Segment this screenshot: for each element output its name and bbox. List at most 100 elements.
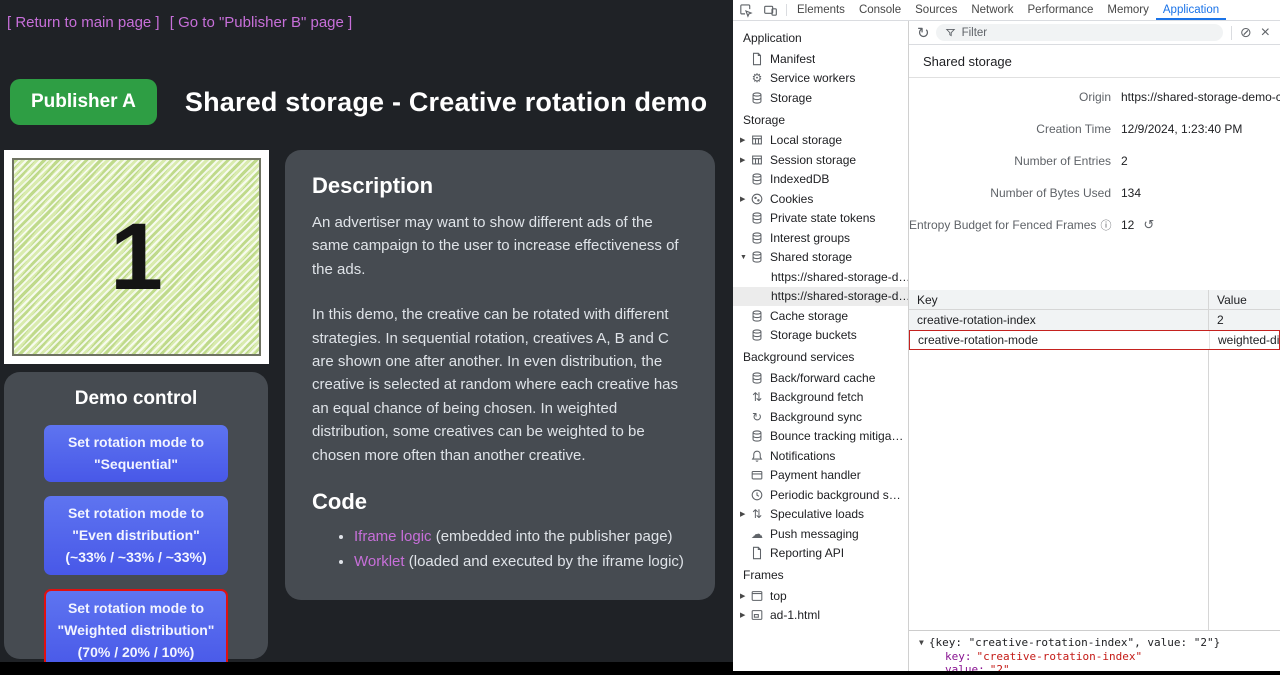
frame-icon	[750, 589, 764, 603]
document-icon	[750, 546, 764, 560]
devtools-tab-bar: Elements Console Sources Network Perform…	[733, 0, 1280, 21]
even-distribution-mode-button[interactable]: Set rotation mode to "Even distribution"…	[44, 496, 228, 575]
page-header: Publisher A Shared storage - Creative ro…	[10, 79, 707, 125]
table-header-row: Key Value	[909, 290, 1280, 310]
tab-network[interactable]: Network	[964, 0, 1020, 20]
creative-number: 1	[110, 210, 163, 305]
sidebar-item-payment-handler[interactable]: Payment handler	[733, 466, 908, 486]
sidebar-item-bounce-tracking-mitigations[interactable]: Bounce tracking mitiga…	[733, 427, 908, 447]
sidebar-item-service-workers[interactable]: ⚙ Service workers	[733, 69, 908, 89]
metadata-row-entropy-budget: Entropy Budget for Fenced Framesⓘ 12↺	[909, 209, 1280, 241]
reset-budget-icon[interactable]: ↺	[1143, 217, 1154, 232]
worklet-link[interactable]: Worklet	[354, 553, 405, 570]
sync-icon: ↻	[750, 410, 764, 424]
tab-performance[interactable]: Performance	[1021, 0, 1101, 20]
sidebar-item-notifications[interactable]: Notifications	[733, 446, 908, 466]
preview-entry: key:"creative-rotation-index"	[919, 650, 1280, 664]
close-icon[interactable]: ×	[1261, 24, 1270, 42]
table-row[interactable]: creative-rotation-index 2	[909, 310, 1280, 330]
metadata-row-number-of-bytes: Number of Bytes Used 134	[909, 177, 1280, 209]
demo-control-buttons: Set rotation mode to "Sequential" Set ro…	[4, 425, 268, 662]
column-header-value[interactable]: Value	[1209, 290, 1280, 309]
sidebar-item-back-forward-cache[interactable]: Back/forward cache	[733, 368, 908, 388]
sidebar-item-interest-groups[interactable]: Interest groups	[733, 228, 908, 248]
refresh-icon[interactable]: ↻	[917, 24, 930, 42]
tab-memory[interactable]: Memory	[1100, 0, 1156, 20]
creative-frame: 1	[4, 150, 269, 364]
card-icon	[750, 468, 764, 482]
sidebar-item-manifest[interactable]: Manifest	[733, 49, 908, 69]
sequential-mode-button[interactable]: Set rotation mode to "Sequential"	[44, 425, 228, 482]
sidebar-item-speculative-loads[interactable]: ▶ ⇅ Speculative loads	[733, 505, 908, 525]
database-icon	[750, 371, 764, 385]
section-application: Application	[733, 26, 908, 49]
code-list: Iframe logic (embedded into the publishe…	[312, 525, 688, 574]
clock-icon	[750, 488, 764, 502]
sidebar-item-reporting-api[interactable]: Reporting API	[733, 544, 908, 564]
tab-elements[interactable]: Elements	[790, 0, 852, 20]
sidebar-item-storage[interactable]: Storage	[733, 88, 908, 108]
database-icon	[750, 328, 764, 342]
expand-arrow-icon[interactable]: ▶	[733, 136, 746, 144]
metadata-row-origin: Origin https://shared-storage-demo-co	[909, 81, 1280, 113]
device-toolbar-icon[interactable]	[758, 0, 783, 20]
column-header-key[interactable]: Key	[909, 290, 1209, 309]
tab-console[interactable]: Console	[852, 0, 908, 20]
publisher-badge: Publisher A	[10, 79, 157, 125]
sidebar-item-indexeddb[interactable]: IndexedDB	[733, 170, 908, 190]
sidebar-item-cookies[interactable]: ▶ Cookies	[733, 189, 908, 209]
preview-summary-row[interactable]: ▼ {key: "creative-rotation-index", value…	[919, 636, 1280, 650]
section-background-services: Background services	[733, 345, 908, 368]
up-down-arrows-icon: ⇅	[750, 507, 764, 521]
table-icon	[750, 133, 764, 147]
publisher-b-link[interactable]: [ Go to "Publisher B" page ]	[170, 14, 352, 31]
sidebar-item-frame-top[interactable]: ▶ top	[733, 586, 908, 606]
tab-sources[interactable]: Sources	[908, 0, 964, 20]
expand-arrow-icon[interactable]: ▶	[733, 611, 746, 619]
collapse-arrow-icon[interactable]: ▼	[733, 254, 746, 261]
iframe-logic-link[interactable]: Iframe logic	[354, 528, 432, 545]
iframe-icon	[750, 608, 764, 622]
filter-funnel-icon	[945, 27, 956, 38]
up-down-arrows-icon: ⇅	[750, 390, 764, 404]
sidebar-item-shared-storage-origin-1[interactable]: https://shared-storage-d…	[733, 267, 908, 287]
database-icon	[750, 250, 764, 264]
tab-application[interactable]: Application	[1156, 0, 1226, 20]
inspect-element-icon[interactable]	[733, 0, 758, 20]
sidebar-item-storage-buckets[interactable]: Storage buckets	[733, 326, 908, 346]
return-to-main-link[interactable]: [ Return to main page ]	[7, 14, 160, 31]
divider	[1231, 26, 1232, 40]
sidebar-item-frame-ad-1[interactable]: ▶ ad-1.html	[733, 606, 908, 626]
page-title: Shared storage - Creative rotation demo	[185, 87, 707, 118]
sidebar-item-shared-storage[interactable]: ▼ Shared storage	[733, 248, 908, 268]
sidebar-item-shared-storage-origin-2[interactable]: https://shared-storage-d…	[733, 287, 908, 307]
sidebar-item-periodic-background-sync[interactable]: Periodic background s…	[733, 485, 908, 505]
sidebar-item-background-fetch[interactable]: ⇅ Background fetch	[733, 388, 908, 408]
sidebar-item-push-messaging[interactable]: ☁ Push messaging	[733, 524, 908, 544]
table-row-highlighted[interactable]: creative-rotation-mode weighted-dist	[909, 330, 1280, 350]
expand-arrow-icon[interactable]: ▶	[733, 592, 746, 600]
sidebar-item-cache-storage[interactable]: Cache storage	[733, 306, 908, 326]
expand-arrow-icon[interactable]: ▶	[733, 195, 746, 203]
application-sidebar: Application Manifest ⚙ Service workers S…	[733, 21, 909, 671]
devtools-panel: Elements Console Sources Network Perform…	[733, 0, 1280, 671]
sidebar-item-background-sync[interactable]: ↻ Background sync	[733, 407, 908, 427]
table-icon	[750, 153, 764, 167]
sidebar-item-local-storage[interactable]: ▶ Local storage	[733, 131, 908, 151]
demo-control-card: Demo control Set rotation mode to "Seque…	[4, 372, 268, 659]
expand-arrow-icon[interactable]: ▶	[733, 156, 746, 164]
weighted-distribution-mode-button[interactable]: Set rotation mode to "Weighted distribut…	[44, 589, 228, 662]
collapse-arrow-icon[interactable]: ▼	[919, 638, 924, 647]
expand-arrow-icon[interactable]: ▶	[733, 510, 746, 518]
info-icon[interactable]: ⓘ	[1100, 220, 1111, 232]
shared-storage-view: Shared storage Origin https://shared-sto…	[909, 45, 1280, 671]
clear-icon[interactable]: ⊘	[1240, 24, 1252, 41]
table-empty-area	[909, 350, 1280, 630]
preview-entry: value:"2"	[919, 663, 1280, 671]
sidebar-item-private-state-tokens[interactable]: Private state tokens	[733, 209, 908, 229]
ad-creative: 1	[12, 158, 261, 356]
shared-storage-title: Shared storage	[909, 45, 1280, 78]
filter-input[interactable]: Filter	[936, 24, 1223, 41]
sidebar-item-session-storage[interactable]: ▶ Session storage	[733, 150, 908, 170]
database-icon	[750, 231, 764, 245]
